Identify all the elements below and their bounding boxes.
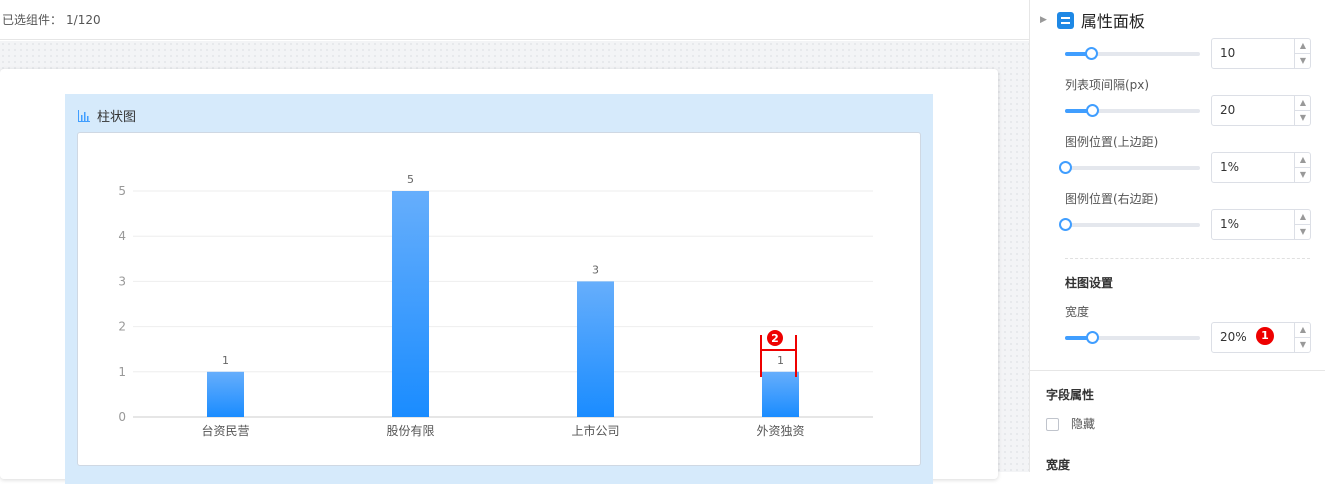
bar-value-label: 1 [777, 354, 784, 367]
bar-settings-title: 柱图设置 [1065, 276, 1114, 290]
decrement-icon[interactable]: ▼ [1295, 338, 1311, 353]
bar [207, 371, 244, 417]
annotation-marker-1: 1 [1256, 327, 1274, 345]
legend-right-controls: 1% ▲ ▼ [1059, 209, 1311, 241]
hide-label: 隐藏 [1071, 417, 1096, 431]
panel-title: 属性面板 [1080, 12, 1145, 31]
bar [577, 281, 614, 417]
setting-row-legend-right: 图例位置(右边距) [1065, 190, 1310, 207]
decrement-icon[interactable]: ▼ [1295, 168, 1311, 183]
item-width-input[interactable]: 10 ▲ ▼ [1211, 38, 1311, 69]
widget-header: 柱状图 [77, 106, 136, 125]
x-tick-label: 外资独资 [756, 424, 804, 438]
y-tick-label: 2 [118, 320, 126, 334]
field-properties-title: 字段属性 [1046, 388, 1095, 402]
item-gap-controls: 20 ▲ ▼ [1065, 95, 1311, 127]
bar-settings-header: 柱图设置 [1065, 274, 1310, 291]
x-tick-label: 台资民营 [201, 423, 249, 438]
legend-top-slider[interactable] [1059, 161, 1200, 174]
item-gap-input[interactable]: 20 ▲ ▼ [1211, 95, 1311, 126]
bar-chart: 0 1 2 3 4 5 1 台资民营 5 股份有限 3 上市公司 1 外资独资 2 [118, 173, 873, 438]
bar [392, 191, 429, 417]
legend-top-label: 图例位置(上边距) [1065, 135, 1159, 149]
property-panel: ▶ 属性面板 10 ▲▼ 列表项间隔(px) 20 ▲▼ 图例位置(上边距) [1029, 0, 1325, 472]
widget-title: 柱状图 [97, 110, 137, 125]
y-tick-label: 0 [118, 410, 126, 424]
section-separator [1030, 370, 1325, 371]
item-gap-label: 列表项间隔(px) [1065, 78, 1150, 92]
bar-width-controls: 20% ▲ ▼ 1 [1065, 322, 1311, 354]
legend-right-slider[interactable] [1059, 218, 1200, 231]
selected-count: 1/120 [66, 12, 101, 27]
annotation-marker: 2 [771, 332, 779, 345]
legend-top-input[interactable]: 1% ▲ ▼ [1211, 152, 1311, 183]
setting-row-item-width: 10 ▲ ▼ [1065, 38, 1311, 70]
setting-row-item-gap: 列表项间隔(px) [1065, 76, 1310, 93]
bar-width-label-row: 宽度 [1065, 303, 1310, 320]
legend-right-label: 图例位置(右边距) [1065, 192, 1159, 206]
bar-value-label: 3 [592, 263, 599, 276]
bar-value-label: 1 [222, 354, 229, 367]
chart-container: 0 1 2 3 4 5 1 台资民营 5 股份有限 3 上市公司 1 外资独资 2 [77, 132, 921, 466]
page-paper: 柱状图 0 1 2 3 4 5 1 台资民营 5 股份有限 3 上市公司 1 外资独资 [0, 69, 998, 484]
bar-value-label: 5 [407, 173, 414, 186]
selected-count-label: 已选组件： [2, 13, 63, 27]
section-divider [1065, 258, 1310, 259]
setting-row-legend-top: 图例位置(上边距) [1065, 133, 1310, 150]
design-canvas: 柱状图 0 1 2 3 4 5 1 台资民营 5 股份有限 3 上市公司 1 外资独资 [0, 41, 1029, 484]
bar-chart-widget[interactable]: 柱状图 0 1 2 3 4 5 1 台资民营 5 股份有限 3 上市公司 1 外资独资 [65, 94, 933, 484]
panel-header[interactable]: ▶ 属性面板 [1040, 8, 1145, 32]
y-tick-label: 1 [118, 365, 126, 379]
bar [762, 371, 799, 417]
decrement-icon[interactable]: ▼ [1295, 111, 1311, 126]
width-section-title: 宽度 [1046, 458, 1071, 472]
x-tick-label: 股份有限 [386, 424, 434, 438]
bar-width-slider[interactable] [1065, 331, 1200, 344]
decrement-icon[interactable]: ▼ [1295, 54, 1311, 69]
top-bar: 已选组件： 1/120 [0, 0, 1029, 40]
bar-width-label: 宽度 [1065, 305, 1090, 319]
hide-option[interactable]: 隐藏 [1046, 415, 1095, 432]
legend-right-input[interactable]: 1% ▲ ▼ [1211, 209, 1311, 240]
item-gap-slider[interactable] [1065, 104, 1200, 117]
x-tick-label: 上市公司 [571, 423, 619, 438]
collapse-caret-icon[interactable]: ▶ [1040, 15, 1047, 25]
hide-checkbox[interactable] [1046, 418, 1059, 431]
item-width-slider[interactable] [1065, 47, 1200, 60]
bar-chart-icon [77, 109, 91, 123]
legend-top-controls: 1% ▲ ▼ [1059, 152, 1311, 184]
panel-settings-icon [1056, 11, 1074, 29]
y-tick-label: 3 [118, 274, 126, 288]
y-tick-label: 5 [118, 184, 126, 198]
decrement-icon[interactable]: ▼ [1295, 225, 1311, 240]
y-tick-label: 4 [118, 229, 126, 243]
